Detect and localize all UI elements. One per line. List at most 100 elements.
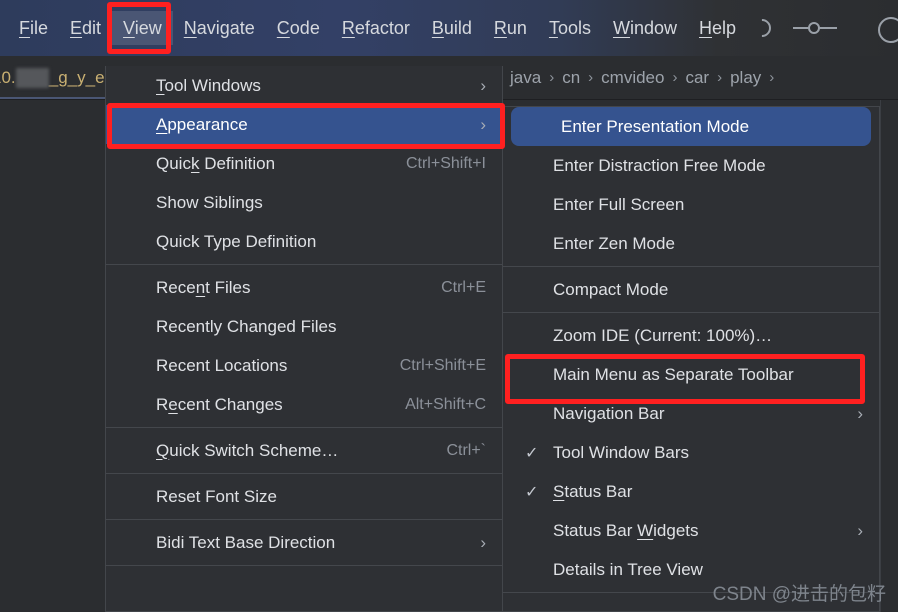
menu-bar-item-run[interactable]: Run bbox=[483, 11, 538, 45]
view-menu-item-quick-definition[interactable]: Quick Definition Ctrl+Shift+I bbox=[106, 144, 502, 183]
menu-bar-item-build[interactable]: Build bbox=[421, 11, 483, 45]
menu-item-label: Tool Window Bars bbox=[553, 442, 690, 462]
breadcrumb-item-java[interactable]: java bbox=[504, 68, 547, 88]
menu-bar-item-edit[interactable]: Edit bbox=[59, 11, 112, 45]
menu-bar-item-navigate[interactable]: Navigate bbox=[173, 11, 266, 45]
menu-item-shortcut: Ctrl+Shift+I bbox=[405, 154, 486, 172]
breadcrumb-separator-icon: › bbox=[672, 69, 678, 86]
appearance-menu-item-status-bar-widgets[interactable]: Status Bar Widgets › bbox=[503, 511, 879, 550]
menu-item-label: Enter Distraction Free Mode bbox=[553, 155, 766, 175]
editor-tab[interactable]: 10.8.18_g_y_e bbox=[0, 56, 112, 99]
appearance-submenu: Enter Presentation Mode Enter Distraction… bbox=[502, 106, 880, 612]
menu-bar-item-code[interactable]: Code bbox=[266, 11, 331, 45]
appearance-menu-item-status-bar[interactable]: ✓ Status Bar bbox=[503, 472, 879, 511]
appearance-menu-item-navigation-bar[interactable]: Navigation Bar › bbox=[503, 394, 879, 433]
view-dropdown-menu: Tool Windows › Appearance › Quick Definition… bbox=[105, 66, 503, 612]
menu-bar-item-window[interactable]: Window bbox=[602, 11, 688, 45]
check-icon: ✓ bbox=[525, 483, 539, 501]
appearance-menu-item-compact-mode[interactable]: Compact Mode bbox=[503, 270, 879, 309]
editor-tab-underline bbox=[0, 97, 112, 99]
view-menu-item-quick-switch-scheme[interactable]: Quick Switch Scheme… Ctrl+` bbox=[106, 431, 502, 470]
menu-item-label: Recent Changes bbox=[156, 394, 283, 414]
editor-gutter-divider bbox=[880, 100, 881, 612]
view-menu-item-bidi-text-base-direction[interactable]: Bidi Text Base Direction › bbox=[106, 523, 502, 562]
menu-item-label: Recent Locations bbox=[156, 355, 288, 375]
circle-icon[interactable] bbox=[878, 17, 898, 43]
breadcrumb-separator-icon: › bbox=[588, 69, 594, 86]
appearance-menu-item-enter-full-screen[interactable]: Enter Full Screen bbox=[503, 185, 879, 224]
menu-item-label: Appearance bbox=[156, 114, 248, 134]
menu-separator bbox=[106, 519, 502, 520]
menu-item-label: Tool Windows bbox=[156, 75, 261, 95]
menu-separator bbox=[106, 565, 502, 566]
view-menu-item-recent-changes[interactable]: Recent Changes Alt+Shift+C bbox=[106, 385, 502, 424]
chevron-right-icon: › bbox=[480, 114, 486, 134]
menu-item-label: Quick Definition bbox=[156, 153, 276, 173]
view-menu-item-show-siblings[interactable]: Show Siblings bbox=[106, 183, 502, 222]
menu-item-label: Enter Presentation Mode bbox=[561, 116, 750, 136]
menu-item-label: Bidi Text Base Direction bbox=[156, 532, 336, 552]
chevron-right-icon: › bbox=[480, 75, 486, 95]
menu-bar-items: File Edit View Navigate Code Refactor Build Run… bbox=[8, 11, 747, 45]
menu-item-label: Reset Font Size bbox=[156, 486, 277, 506]
breadcrumb-item-car[interactable]: car bbox=[679, 68, 715, 88]
breadcrumb-item-cn[interactable]: cn bbox=[556, 68, 586, 88]
breadcrumb: java › cn › cmvideo › car › play › bbox=[500, 56, 776, 99]
menu-separator bbox=[503, 266, 879, 267]
appearance-menu-item-enter-presentation-mode[interactable]: Enter Presentation Mode bbox=[511, 107, 871, 146]
menu-item-shortcut: Ctrl+` bbox=[446, 441, 486, 459]
chevron-right-icon: › bbox=[857, 520, 863, 540]
view-menu-item-tool-windows[interactable]: Tool Windows › bbox=[106, 66, 502, 105]
menu-item-label: Main Menu as Separate Toolbar bbox=[553, 364, 794, 384]
menu-item-label: Navigation Bar bbox=[553, 403, 665, 423]
menu-item-shortcut: Ctrl+Shift+E bbox=[399, 356, 486, 374]
appearance-menu-item-enter-zen-mode[interactable]: Enter Zen Mode bbox=[503, 224, 879, 263]
menu-item-label: Status Bar Widgets bbox=[553, 520, 699, 540]
menu-item-label: Enter Zen Mode bbox=[553, 233, 675, 253]
menu-item-label: Quick Type Definition bbox=[156, 231, 317, 251]
menu-item-label: Zoom IDE (Current: 100%)… bbox=[553, 325, 773, 345]
view-menu-item-reset-font-size[interactable]: Reset Font Size bbox=[106, 477, 502, 516]
arc-icon bbox=[749, 15, 775, 41]
menu-item-label: Show Siblings bbox=[156, 192, 263, 212]
breadcrumb-separator-icon: › bbox=[769, 69, 775, 86]
menu-item-label: Status Bar bbox=[553, 481, 633, 501]
appearance-menu-item-enter-distraction-free-mode[interactable]: Enter Distraction Free Mode bbox=[503, 146, 879, 185]
breadcrumb-item-cmvideo[interactable]: cmvideo bbox=[595, 68, 670, 88]
view-menu-item-recently-changed-files[interactable]: Recently Changed Files bbox=[106, 307, 502, 346]
view-menu-item-quick-type-definition[interactable]: Quick Type Definition bbox=[106, 222, 502, 261]
menu-bar-item-help[interactable]: Help bbox=[688, 11, 747, 45]
ide-window: File Edit View Navigate Code Refactor Build Run… bbox=[0, 0, 898, 612]
menu-item-shortcut: Ctrl+E bbox=[441, 278, 486, 296]
chevron-right-icon: › bbox=[480, 532, 486, 552]
menu-item-label: Quick Switch Scheme… bbox=[156, 440, 339, 460]
menu-bar-item-tools[interactable]: Tools bbox=[538, 11, 602, 45]
menu-separator bbox=[106, 427, 502, 428]
check-icon: ✓ bbox=[525, 444, 539, 462]
menu-separator bbox=[106, 264, 502, 265]
menu-separator bbox=[106, 473, 502, 474]
menu-item-label: Enter Full Screen bbox=[553, 194, 685, 214]
menu-bar-item-file[interactable]: File bbox=[8, 11, 59, 45]
slider-icon[interactable] bbox=[793, 19, 838, 37]
chevron-right-icon: › bbox=[857, 403, 863, 423]
view-menu-item-recent-files[interactable]: Recent Files Ctrl+E bbox=[106, 268, 502, 307]
watermark: CSDN @进击的包籽 bbox=[712, 584, 886, 605]
appearance-menu-item-tool-window-bars[interactable]: ✓ Tool Window Bars bbox=[503, 433, 879, 472]
menu-item-label: Compact Mode bbox=[553, 279, 669, 299]
appearance-menu-item-main-menu-as-separate-toolbar[interactable]: Main Menu as Separate Toolbar bbox=[503, 355, 879, 394]
breadcrumb-item-play[interactable]: play bbox=[724, 68, 767, 88]
menu-bar-item-view[interactable]: View bbox=[112, 11, 173, 45]
menu-item-label: Recent Files bbox=[156, 277, 251, 297]
main-menu-bar: File Edit View Navigate Code Refactor Build Run… bbox=[0, 0, 898, 56]
menu-item-label: Details in Tree View bbox=[553, 559, 703, 579]
view-menu-item-recent-locations[interactable]: Recent Locations Ctrl+Shift+E bbox=[106, 346, 502, 385]
menu-bar-item-refactor[interactable]: Refactor bbox=[331, 11, 421, 45]
menu-item-label: Recently Changed Files bbox=[156, 316, 337, 336]
menu-separator bbox=[503, 312, 879, 313]
editor-tab-title: 10.8.18_g_y_e bbox=[0, 67, 105, 88]
view-menu-item-appearance[interactable]: Appearance › bbox=[106, 105, 502, 144]
menu-item-shortcut: Alt+Shift+C bbox=[405, 395, 486, 413]
appearance-menu-item-zoom-ide-current-100[interactable]: Zoom IDE (Current: 100%)… bbox=[503, 316, 879, 355]
breadcrumb-separator-icon: › bbox=[549, 69, 555, 86]
